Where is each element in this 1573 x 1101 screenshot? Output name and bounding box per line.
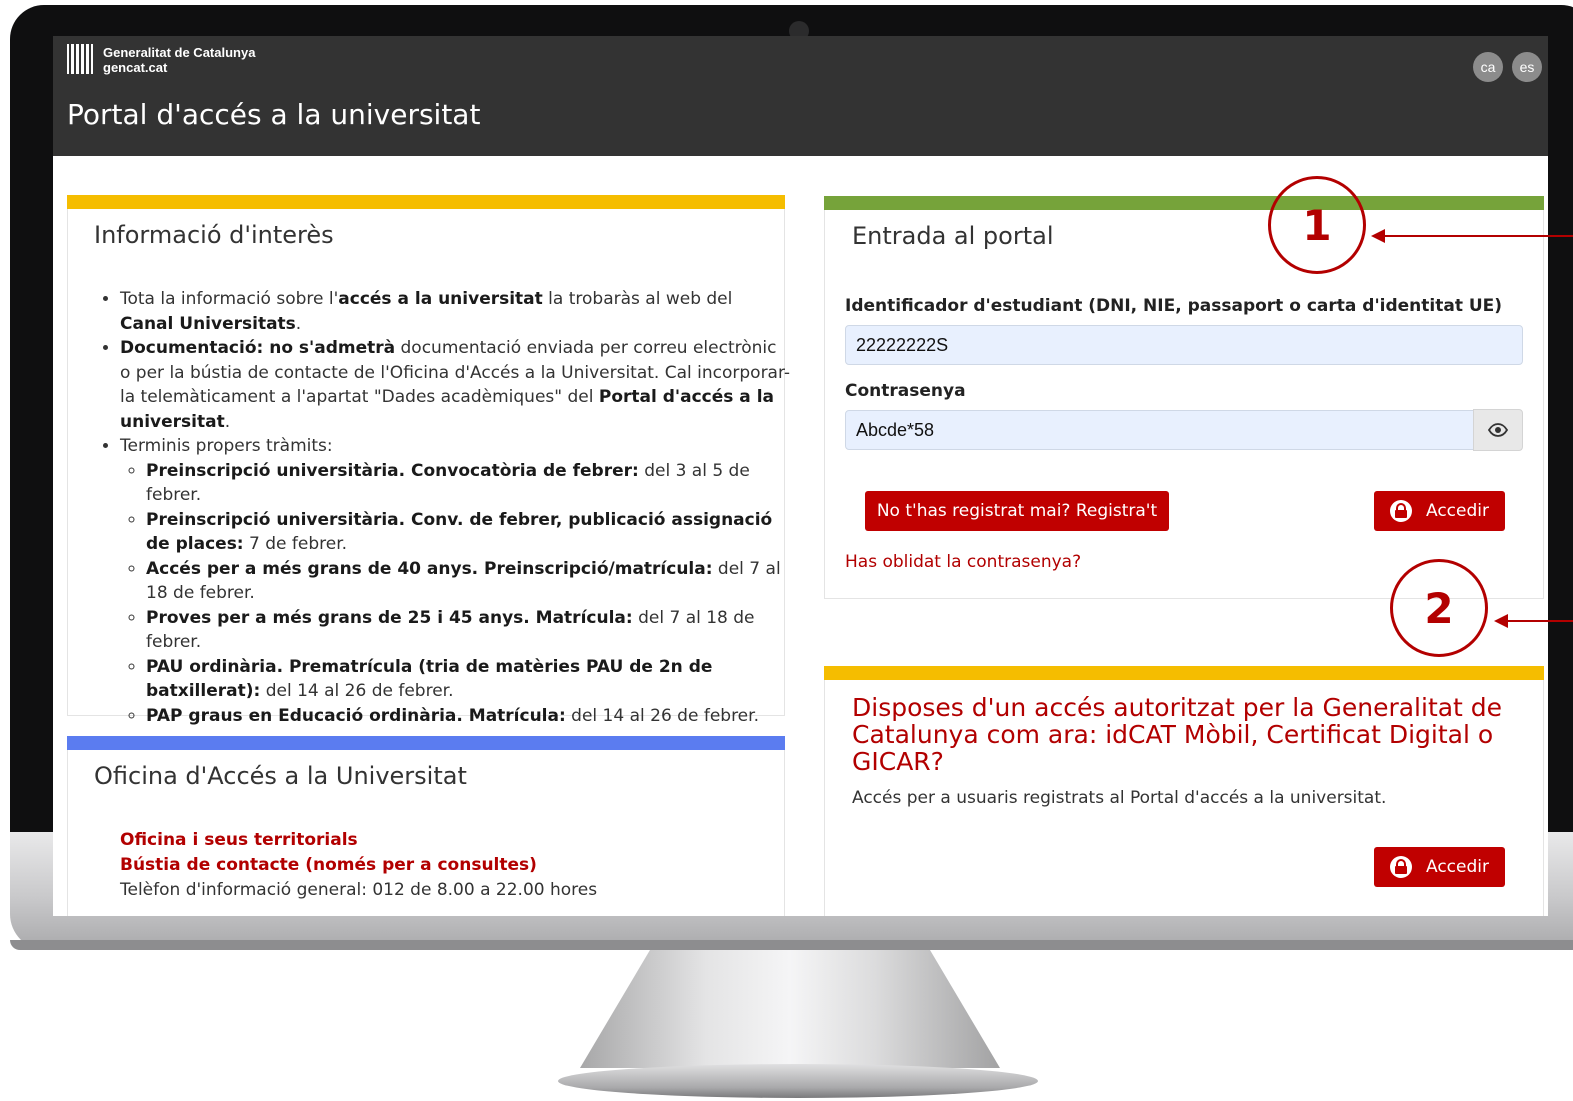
org-domain: gencat.cat bbox=[103, 60, 168, 75]
lock-icon bbox=[1390, 500, 1412, 522]
text: . bbox=[224, 411, 231, 432]
list-item: Terminis propers tràmits: Preinscripció … bbox=[120, 434, 790, 728]
contact-mailbox-link[interactable]: Bústia de contacte (només per a consulte… bbox=[120, 853, 597, 878]
list-item: Documentació: no s'admetrà documentació … bbox=[120, 336, 790, 434]
deadline-date: del 14 al 26 de febrer. bbox=[565, 705, 759, 726]
deadline-list: Preinscripció universitària. Convocatòri… bbox=[120, 459, 790, 729]
student-id-input[interactable]: 22222222S bbox=[845, 325, 1523, 365]
text: Tota la informació sobre l' bbox=[120, 289, 339, 309]
info-title: Informació d'interès bbox=[94, 221, 334, 249]
deadline-label: Accés per a més grans de 40 anys. Preins… bbox=[146, 558, 713, 579]
canal-universitats-link[interactable]: Canal Universitats bbox=[120, 314, 296, 334]
text: . bbox=[295, 313, 302, 334]
org-name[interactable]: Generalitat de Catalunya gencat.cat bbox=[103, 45, 255, 75]
login-title: Entrada al portal bbox=[852, 222, 1054, 250]
arrow-line bbox=[1506, 620, 1573, 622]
eye-icon bbox=[1488, 423, 1508, 437]
deadline-label: Proves per a més grans de 25 i 45 anys. … bbox=[146, 607, 633, 628]
deadline-item: Accés per a més grans de 40 anys. Preins… bbox=[146, 557, 790, 606]
register-button[interactable]: No t'has registrat mai? Registra't bbox=[865, 491, 1169, 531]
deadline-date: del 14 al 26 de febrer. bbox=[260, 681, 454, 701]
id-label: Identificador d'estudiant (DNI, NIE, pas… bbox=[845, 296, 1503, 316]
deadline-date: 7 de febrer. bbox=[243, 534, 348, 554]
site-header: Generalitat de Catalunya gencat.cat ca e… bbox=[53, 36, 1548, 156]
office-title: Oficina d'Accés a la Universitat bbox=[94, 762, 467, 790]
office-panel-bar bbox=[67, 736, 785, 750]
certificate-login-button[interactable]: Accedir bbox=[1374, 847, 1505, 887]
certificate-login-label: Accedir bbox=[1426, 857, 1489, 877]
auth-description: Accés per a usuaris registrats al Portal… bbox=[852, 788, 1387, 808]
deadline-item: Proves per a més grans de 25 i 45 anys. … bbox=[146, 606, 790, 655]
deadline-item: PAP graus en Educació ordinària. Matrícu… bbox=[146, 704, 790, 729]
monitor-stand-base bbox=[558, 1064, 1038, 1098]
text: Terminis propers tràmits: bbox=[120, 436, 333, 456]
text-bold: accés a la universitat bbox=[338, 289, 543, 309]
deadline-label: Preinscripció universitària. Convocatòri… bbox=[146, 460, 639, 481]
deadline-item: Preinscripció universitària. Conv. de fe… bbox=[146, 508, 790, 557]
step-1-callout: 1 bbox=[1268, 176, 1366, 274]
password-input[interactable]: Abcde*58 bbox=[845, 410, 1474, 450]
info-panel: Informació d'interès Tota la informació … bbox=[67, 195, 790, 726]
info-panel-bar bbox=[67, 195, 785, 209]
arrow-line bbox=[1383, 235, 1573, 237]
monitor-stand bbox=[580, 950, 1000, 1068]
login-button-label: Accedir bbox=[1426, 501, 1489, 521]
login-panel-bar bbox=[824, 196, 1544, 210]
list-item: Tota la informació sobre l'accés a la un… bbox=[120, 287, 790, 336]
language-es-button[interactable]: es bbox=[1512, 52, 1542, 82]
auth-panel: Disposes d'un accés autoritzat per la Ge… bbox=[824, 666, 1544, 916]
forgot-password-link[interactable]: Has oblidat la contrasenya? bbox=[845, 552, 1081, 572]
gencat-logo-icon[interactable] bbox=[67, 44, 93, 74]
lock-icon bbox=[1390, 856, 1412, 878]
info-list: Tota la informació sobre l'accés a la un… bbox=[94, 287, 790, 728]
office-territorial-link[interactable]: Oficina i seus territorials bbox=[120, 828, 597, 853]
password-label: Contrasenya bbox=[845, 381, 966, 401]
office-phone: Telèfon d'informació general: 012 de 8.0… bbox=[120, 880, 598, 900]
auth-title: Disposes d'un accés autoritzat per la Ge… bbox=[852, 693, 1503, 776]
text-bold: Documentació: no s'admetrà bbox=[120, 338, 396, 358]
step-2-callout: 2 bbox=[1390, 559, 1488, 657]
show-password-button[interactable] bbox=[1473, 409, 1523, 451]
office-panel: Oficina d'Accés a la Universitat Oficina… bbox=[67, 736, 785, 916]
deadline-label: PAP graus en Educació ordinària. Matrícu… bbox=[146, 705, 566, 726]
login-button[interactable]: Accedir bbox=[1374, 491, 1505, 531]
office-links: Oficina i seus territorials Bústia de co… bbox=[120, 828, 597, 903]
deadline-item: Preinscripció universitària. Convocatòri… bbox=[146, 459, 790, 508]
deadline-label: Preinscripció universitària. Conv. de fe… bbox=[146, 509, 773, 555]
deadline-item: PAU ordinària. Prematrícula (tria de mat… bbox=[146, 655, 790, 704]
language-ca-button[interactable]: ca bbox=[1473, 52, 1503, 82]
page-title: Portal d'accés a la universitat bbox=[67, 98, 481, 131]
screen: Generalitat de Catalunya gencat.cat ca e… bbox=[53, 36, 1548, 916]
auth-panel-bar bbox=[824, 666, 1544, 680]
login-panel: Entrada al portal Identificador d'estudi… bbox=[824, 196, 1544, 599]
org-name-line: Generalitat de Catalunya bbox=[103, 45, 256, 60]
text: la trobaràs al web del bbox=[542, 289, 733, 309]
